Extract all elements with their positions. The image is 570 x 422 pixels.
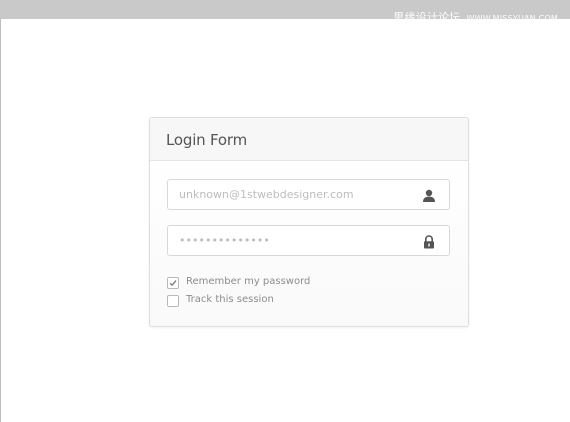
top-bar: 思缘设计论坛 WWW.MISSYUAN.COM bbox=[0, 0, 570, 24]
remember-password-checkbox[interactable] bbox=[167, 277, 179, 289]
password-field-wrapper bbox=[167, 225, 450, 256]
login-form-body: Remember my password Track this session bbox=[150, 161, 468, 326]
track-session-label: Track this session bbox=[186, 294, 274, 305]
watermark: 思缘设计论坛 WWW.MISSYUAN.COM bbox=[393, 9, 558, 25]
login-form-title: Login Form bbox=[166, 131, 248, 149]
user-icon bbox=[422, 188, 436, 202]
login-form-header: Login Form bbox=[150, 118, 468, 161]
lock-icon bbox=[422, 234, 436, 249]
checkmark-icon bbox=[169, 280, 177, 287]
remember-password-label: Remember my password bbox=[186, 276, 311, 287]
email-field-wrapper bbox=[167, 179, 450, 210]
login-form: Login Form unknown@1stwebdesigner.com ••… bbox=[149, 117, 469, 327]
password-field[interactable] bbox=[168, 226, 419, 255]
email-field[interactable] bbox=[168, 180, 419, 209]
track-session-checkbox[interactable] bbox=[167, 295, 179, 307]
watermark-text: 思缘设计论坛 bbox=[393, 11, 461, 24]
watermark-site: WWW.MISSYUAN.COM bbox=[466, 14, 558, 23]
left-border bbox=[0, 19, 1, 422]
